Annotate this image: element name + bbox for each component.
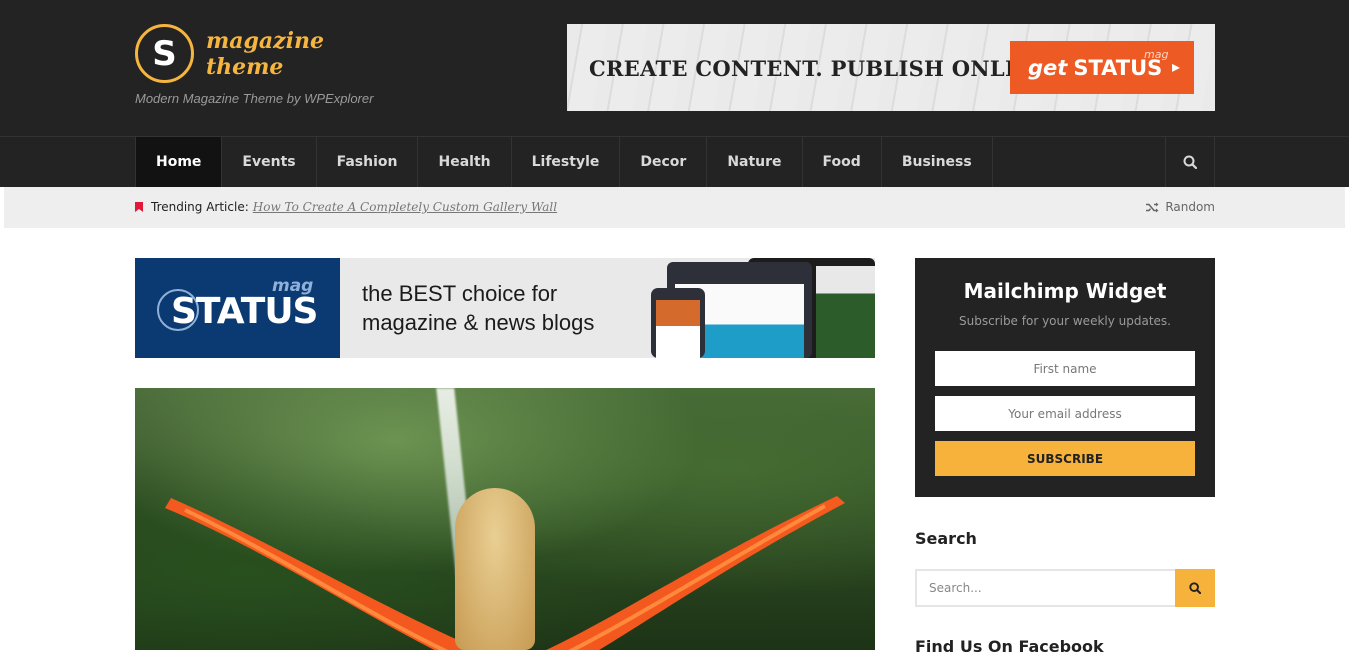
site-logo[interactable]: S magazine theme xyxy=(135,24,324,83)
nav-item-lifestyle[interactable]: Lifestyle xyxy=(512,137,621,187)
random-article-link[interactable]: Random xyxy=(1146,200,1215,214)
site-tagline: Modern Magazine Theme by WPExplorer xyxy=(135,91,374,106)
mailchimp-title: Mailchimp Widget xyxy=(963,279,1167,303)
logo-text-line1: magazine xyxy=(206,27,325,54)
header-banner-ad[interactable]: CREATE CONTENT. PUBLISH ONLINE. get STAT… xyxy=(567,24,1215,111)
email-input[interactable] xyxy=(935,396,1195,431)
ad-slogan-line1: the BEST choice for xyxy=(362,281,558,306)
search-widget-title: Search xyxy=(915,529,977,548)
nav-menu: Home Events Fashion Health Lifestyle Dec… xyxy=(135,137,1215,187)
ad-slogan: the BEST choice for magazine & news blog… xyxy=(362,279,594,337)
ad-cta-get: get xyxy=(1028,55,1068,80)
trending-article-link[interactable]: How To Create A Completely Custom Galler… xyxy=(253,200,557,214)
chevron-right-icon: ▸ xyxy=(1171,57,1180,76)
ad-brand-mag: mag xyxy=(272,276,314,296)
ad-cta-mag: mag xyxy=(1144,48,1169,61)
logo-mark: S xyxy=(135,24,194,83)
device-mockup-phone xyxy=(651,288,705,358)
content-banner-ad[interactable]: STATUS mag the BEST choice for magazine … xyxy=(135,258,875,358)
site-header: S magazine theme Modern Magazine Theme b… xyxy=(0,0,1349,136)
logo-text-line2: theme xyxy=(206,53,284,80)
desktop-screen xyxy=(816,266,875,358)
trending-bar: Trending Article: How To Create A Comple… xyxy=(4,187,1345,228)
nav-item-food[interactable]: Food xyxy=(803,137,882,187)
sidebar-search xyxy=(915,569,1215,607)
sidebar-search-button[interactable] xyxy=(1175,569,1215,607)
trending-article: Trending Article: How To Create A Comple… xyxy=(135,200,557,214)
bookmark-icon xyxy=(135,202,143,212)
nav-item-events[interactable]: Events xyxy=(222,137,317,187)
phone-screen xyxy=(656,300,700,358)
ad-headline: CREATE CONTENT. PUBLISH ONLINE. xyxy=(589,56,1059,81)
nav-item-decor[interactable]: Decor xyxy=(620,137,708,187)
first-name-input[interactable] xyxy=(935,351,1195,386)
facebook-widget-title: Find Us On Facebook xyxy=(915,637,1104,656)
nav-item-home[interactable]: Home xyxy=(136,137,223,187)
logo-text: magazine theme xyxy=(206,28,324,80)
nav-item-health[interactable]: Health xyxy=(418,137,512,187)
ad-slogan-line2: magazine & news blogs xyxy=(362,310,595,335)
nav-item-business[interactable]: Business xyxy=(882,137,993,187)
search-icon xyxy=(1189,582,1201,594)
search-icon xyxy=(1183,155,1197,169)
sidebar-search-input[interactable] xyxy=(915,569,1175,607)
main-navigation: Home Events Fashion Health Lifestyle Dec… xyxy=(0,136,1349,187)
featured-image[interactable] xyxy=(135,388,875,650)
ad-brand-block: STATUS mag xyxy=(135,258,340,358)
mailchimp-widget: Mailchimp Widget Subscribe for your week… xyxy=(915,258,1215,497)
ad-cta-button[interactable]: get STATUS mag ▸ xyxy=(1010,41,1194,94)
ad-brand-name: STATUS xyxy=(171,291,318,332)
random-label: Random xyxy=(1165,200,1215,214)
subscribe-button[interactable]: SUBSCRIBE xyxy=(935,441,1195,476)
mailchimp-subtitle: Subscribe for your weekly updates. xyxy=(958,314,1171,328)
nav-search-button[interactable] xyxy=(1165,137,1215,187)
nav-item-nature[interactable]: Nature xyxy=(707,137,803,187)
shuffle-icon xyxy=(1146,202,1159,212)
person-graphic xyxy=(455,488,535,650)
nav-item-fashion[interactable]: Fashion xyxy=(317,137,419,187)
trending-label: Trending Article: xyxy=(151,200,249,214)
